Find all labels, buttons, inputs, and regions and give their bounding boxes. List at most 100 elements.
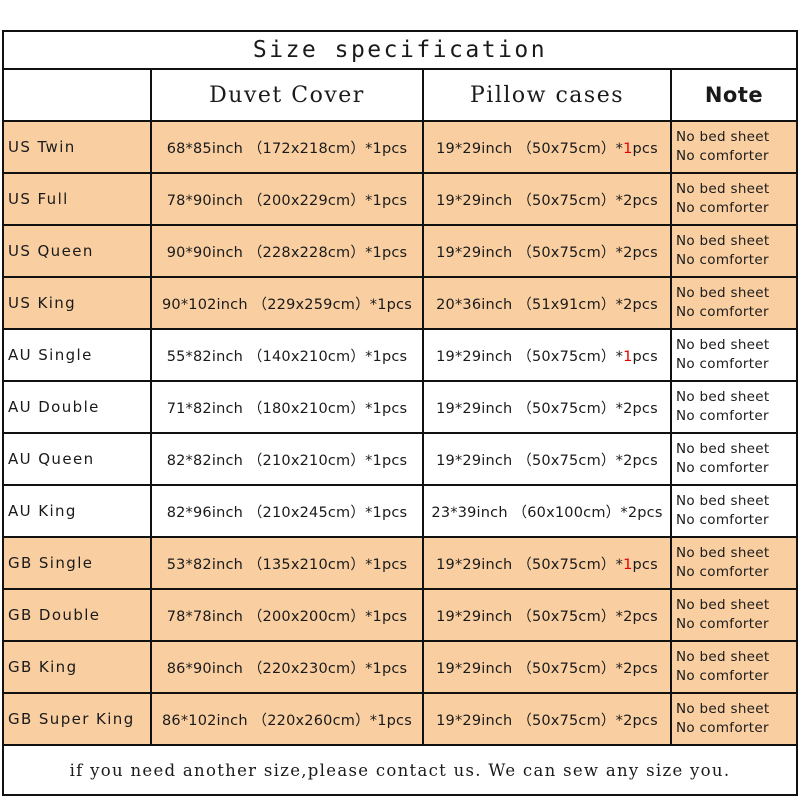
note-line-2: No comforter — [676, 356, 769, 372]
pillow-size-text: 19*29inch （50x75cm）* — [436, 660, 624, 677]
cell-note: No bed sheet No comforter — [670, 640, 798, 694]
cell-pillow-cases: 19*29inch （50x75cm）*1pcs — [422, 328, 672, 382]
cell-note: No bed sheet No comforter — [670, 172, 798, 226]
cell-duvet-cover: 86*90inch （220x230cm）*1pcs — [150, 640, 424, 694]
table-row: US Queen 90*90inch （228x228cm）*1pcs 19*29i… — [2, 224, 798, 278]
pillow-quantity: 2 — [623, 244, 633, 261]
cell-pillow-cases: 19*29inch （50x75cm）*2pcs — [422, 432, 672, 486]
size-specification-page: Size specification Duvet Cover Pillow ca… — [0, 0, 800, 800]
cell-size-name: AU King — [2, 484, 152, 538]
note-line-1: No bed sheet — [676, 285, 770, 302]
cell-duvet-cover: 71*82inch （180x210cm）*1pcs — [150, 380, 424, 434]
pillow-quantity: 2 — [623, 192, 633, 209]
cell-note: No bed sheet No comforter — [670, 276, 798, 330]
cell-pillow-cases: 19*29inch （50x75cm）*2pcs — [422, 692, 672, 746]
pillow-quantity: 2 — [623, 712, 633, 729]
note-line-1: No bed sheet — [676, 493, 770, 510]
table-row: GB Double 78*78inch （200x200cm）*1pcs 19*29… — [2, 588, 798, 642]
cell-note: No bed sheet No comforter — [670, 588, 798, 642]
cell-pillow-cases: 23*39inch （60x100cm）*2pcs — [422, 484, 672, 538]
pillow-size-text: 19*29inch （50x75cm）* — [436, 400, 624, 417]
column-header-duvet-cover: Duvet Cover — [150, 68, 424, 122]
page-title: Size specification — [2, 30, 798, 70]
pillow-size-text: 19*29inch （50x75cm）* — [436, 608, 624, 625]
cell-size-name: GB King — [2, 640, 152, 694]
cell-duvet-cover: 68*85inch （172x218cm）*1pcs — [150, 120, 424, 174]
note-line-1: No bed sheet — [676, 181, 770, 198]
note-line-2: No comforter — [676, 304, 769, 320]
cell-note: No bed sheet No comforter — [670, 484, 798, 538]
pillow-quantity: 2 — [623, 296, 633, 313]
note-line-2: No comforter — [676, 512, 769, 528]
pillow-quantity-unit: pcs — [632, 400, 658, 417]
pillow-quantity-unit: pcs — [632, 660, 658, 677]
pillow-quantity: 1 — [623, 348, 633, 365]
pillow-quantity-unit: pcs — [637, 504, 663, 521]
table-body: Size specification Duvet Cover Pillow ca… — [2, 30, 798, 796]
pillow-quantity: 2 — [623, 660, 633, 677]
cell-pillow-cases: 19*29inch （50x75cm）*1pcs — [422, 536, 672, 590]
note-line-2: No comforter — [676, 616, 769, 632]
cell-note: No bed sheet No comforter — [670, 120, 798, 174]
cell-note: No bed sheet No comforter — [670, 536, 798, 590]
cell-pillow-cases: 19*29inch （50x75cm）*2pcs — [422, 224, 672, 278]
note-line-1: No bed sheet — [676, 389, 770, 406]
table-row: GB Super King 86*102inch （220x260cm）*1pcs… — [2, 692, 798, 746]
cell-pillow-cases: 19*29inch （50x75cm）*2pcs — [422, 172, 672, 226]
pillow-size-text: 20*36inch （51x91cm）* — [436, 296, 624, 313]
table-row: AU Queen 82*82inch （210x210cm）*1pcs 19*29i… — [2, 432, 798, 486]
note-line-1: No bed sheet — [676, 129, 770, 146]
cell-size-name: US Queen — [2, 224, 152, 278]
cell-size-name: US King — [2, 276, 152, 330]
table-row: GB Single 53*82inch （135x210cm）*1pcs 19*29… — [2, 536, 798, 590]
pillow-size-text: 19*29inch （50x75cm）* — [436, 244, 624, 261]
cell-pillow-cases: 20*36inch （51x91cm）*2pcs — [422, 276, 672, 330]
pillow-quantity-unit: pcs — [632, 452, 658, 469]
pillow-quantity: 2 — [623, 608, 633, 625]
pillow-quantity-unit: pcs — [632, 348, 658, 365]
cell-note: No bed sheet No comforter — [670, 328, 798, 382]
cell-size-name: GB Double — [2, 588, 152, 642]
cell-duvet-cover: 86*102inch （220x260cm）*1pcs — [150, 692, 424, 746]
pillow-size-text: 19*29inch （50x75cm）* — [436, 556, 624, 573]
note-line-2: No comforter — [676, 252, 769, 268]
pillow-size-text: 23*39inch （60x100cm）* — [431, 504, 628, 521]
pillow-size-text: 19*29inch （50x75cm）* — [436, 140, 624, 157]
cell-duvet-cover: 90*90inch （228x228cm）*1pcs — [150, 224, 424, 278]
cell-size-name: AU Single — [2, 328, 152, 382]
footer-row: if you need another size,please contact … — [2, 744, 798, 796]
pillow-quantity: 2 — [623, 400, 633, 417]
pillow-quantity-unit: pcs — [632, 556, 658, 573]
pillow-size-text: 19*29inch （50x75cm）* — [436, 452, 624, 469]
contact-note: if you need another size,please contact … — [2, 744, 798, 796]
table-row: AU Double 71*82inch （180x210cm）*1pcs 19*29… — [2, 380, 798, 434]
pillow-quantity-unit: pcs — [632, 192, 658, 209]
note-line-1: No bed sheet — [676, 701, 770, 718]
cell-pillow-cases: 19*29inch （50x75cm）*1pcs — [422, 120, 672, 174]
pillow-quantity: 2 — [627, 504, 638, 521]
cell-note: No bed sheet No comforter — [670, 692, 798, 746]
cell-note: No bed sheet No comforter — [670, 380, 798, 434]
cell-duvet-cover: 90*102inch （229x259cm）*1pcs — [150, 276, 424, 330]
cell-note: No bed sheet No comforter — [670, 432, 798, 486]
pillow-quantity: 2 — [623, 452, 633, 469]
note-line-2: No comforter — [676, 200, 769, 216]
note-line-2: No comforter — [676, 408, 769, 424]
cell-duvet-cover: 82*82inch （210x210cm）*1pcs — [150, 432, 424, 486]
pillow-size-text: 19*29inch （50x75cm）* — [436, 348, 624, 365]
cell-size-name: US Twin — [2, 120, 152, 174]
note-line-1: No bed sheet — [676, 233, 770, 250]
note-line-2: No comforter — [676, 720, 769, 736]
pillow-quantity: 1 — [623, 556, 633, 573]
column-header-row: Duvet Cover Pillow cases Note — [2, 68, 798, 122]
cell-size-name: US Full — [2, 172, 152, 226]
pillow-quantity-unit: pcs — [632, 296, 658, 313]
table-row: US Full 78*90inch （200x229cm）*1pcs 19*29in… — [2, 172, 798, 226]
cell-pillow-cases: 19*29inch （50x75cm）*2pcs — [422, 640, 672, 694]
note-line-1: No bed sheet — [676, 545, 770, 562]
cell-duvet-cover: 53*82inch （135x210cm）*1pcs — [150, 536, 424, 590]
title-row: Size specification — [2, 30, 798, 70]
note-line-1: No bed sheet — [676, 337, 770, 354]
cell-size-name: AU Double — [2, 380, 152, 434]
cell-pillow-cases: 19*29inch （50x75cm）*2pcs — [422, 588, 672, 642]
